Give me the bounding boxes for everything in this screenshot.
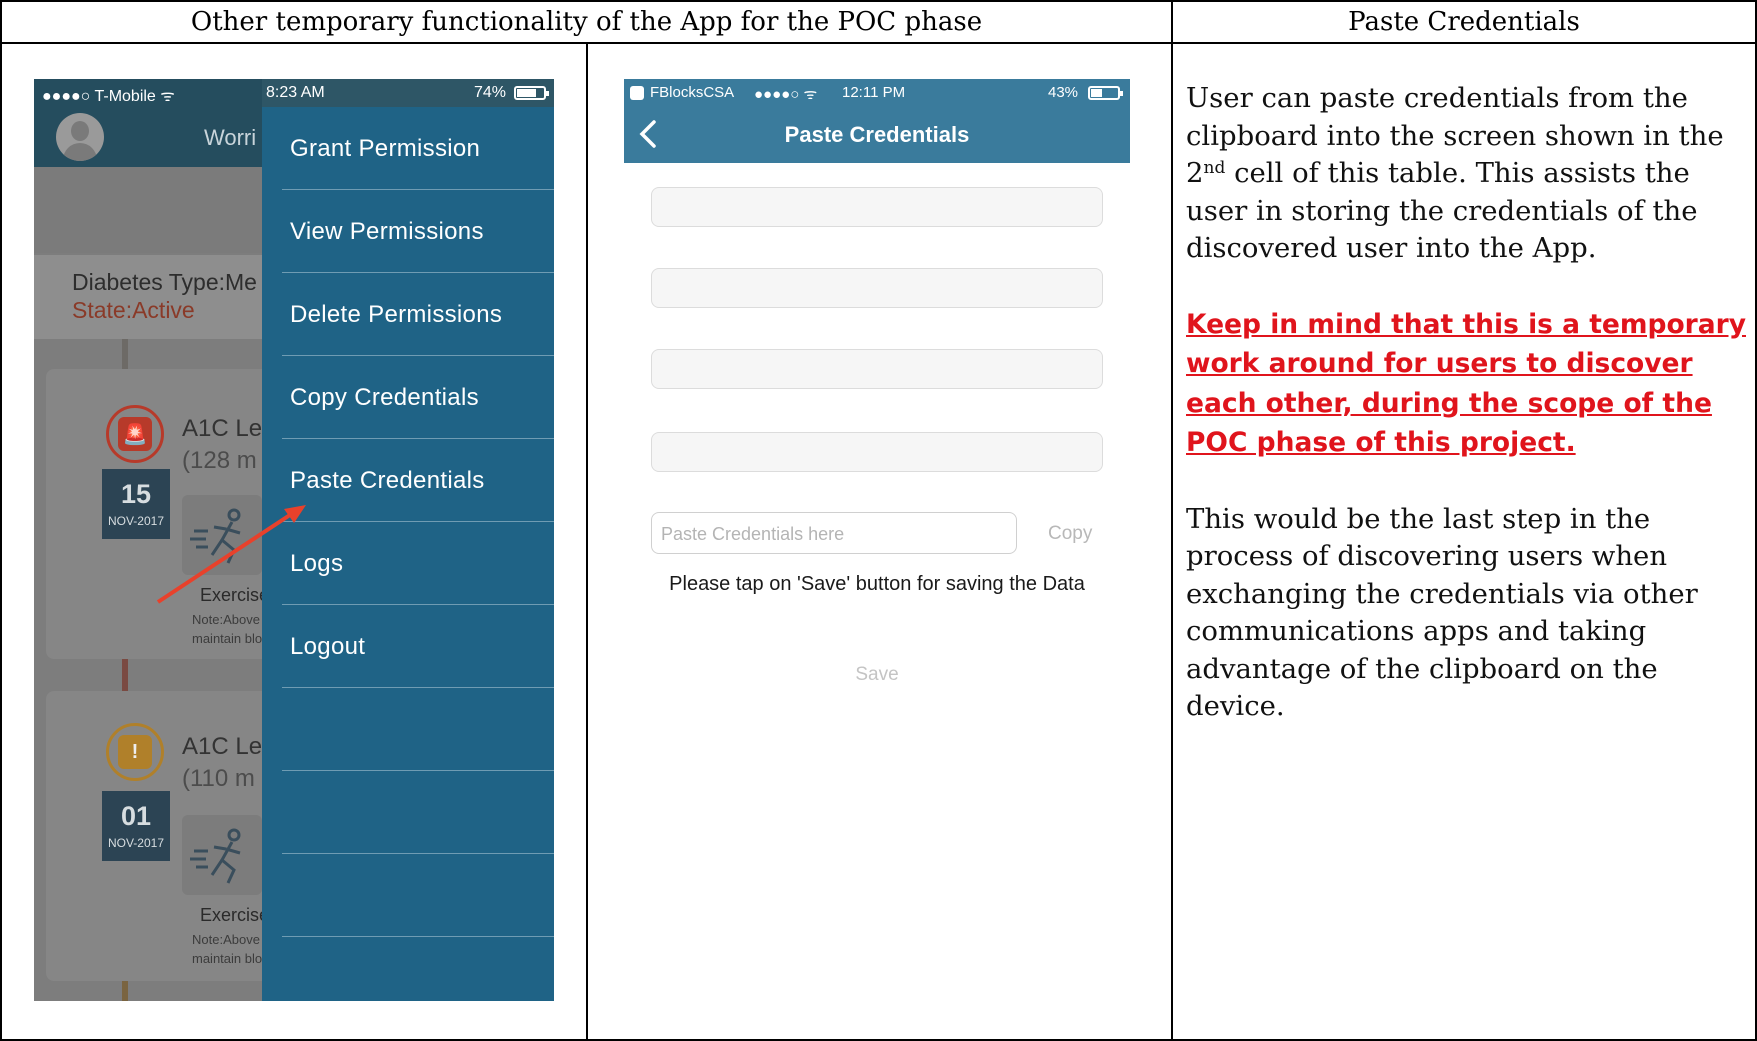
save-button[interactable]: Save xyxy=(624,664,1130,686)
save-instruction: Please tap on 'Save' button for saving t… xyxy=(669,573,1085,595)
description-paragraph-3: This would be the last step in the proce… xyxy=(1186,502,1698,723)
header-right: Paste Credentials xyxy=(1348,7,1580,37)
paste-placeholder: Paste Credentials here xyxy=(661,524,845,544)
table-border-left xyxy=(0,0,2,1041)
nav-bar: Paste Credentials xyxy=(624,107,1130,163)
page-title: Paste Credentials xyxy=(784,122,970,147)
description-cell: User can paste credentials from the clip… xyxy=(1186,80,1746,726)
back-app-label[interactable]: FBlocksCSA xyxy=(650,84,734,101)
credential-field-4[interactable] xyxy=(651,432,1103,472)
table-divider-right xyxy=(1171,0,1173,1041)
copy-button[interactable]: Copy xyxy=(1048,523,1092,545)
credential-field-1[interactable] xyxy=(651,187,1103,227)
header-left: Other temporary functionality of the App… xyxy=(190,7,983,37)
signal-label: ●●●●○ ᯤ xyxy=(754,86,818,103)
credential-field-3[interactable] xyxy=(651,349,1103,389)
table-divider-middle xyxy=(586,42,588,1041)
battery-icon xyxy=(1088,86,1123,100)
description-paragraph-1: User can paste credentials from the clip… xyxy=(1186,82,1724,264)
credential-field-2[interactable] xyxy=(651,268,1103,308)
menu-screenshot: ●●●●○ T-Mobile ᯤ Worri Diabetes Type:Me … xyxy=(34,79,554,1001)
warning-note: Keep in mind that this is a temporary wo… xyxy=(1186,308,1746,459)
paste-credentials-input[interactable]: Paste Credentials here xyxy=(651,512,1017,554)
paste-credentials-screenshot: FBlocksCSA ●●●●○ ᯤ 12:11 PM 43% Paste Cr… xyxy=(624,79,1130,1001)
table-header-divider xyxy=(0,42,1757,44)
status-time: 12:11 PM xyxy=(842,84,906,101)
status-bar: FBlocksCSA ●●●●○ ᯤ 12:11 PM 43% xyxy=(624,79,1130,107)
back-to-app-icon[interactable] xyxy=(630,86,644,100)
annotation-arrow xyxy=(156,505,306,604)
ordinal-suffix: nd xyxy=(1203,158,1226,178)
battery-percent: 43% xyxy=(1048,84,1079,101)
